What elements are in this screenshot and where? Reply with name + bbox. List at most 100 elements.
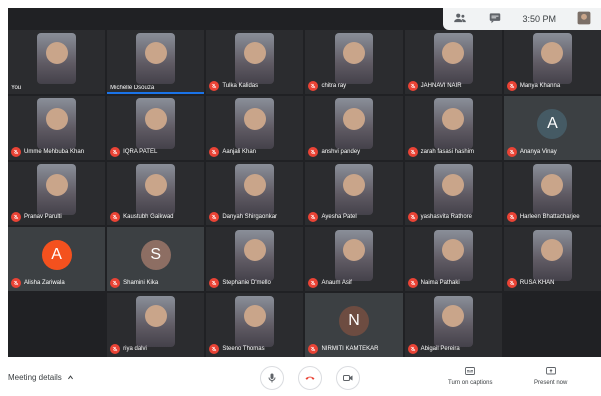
muted-mic-icon <box>11 146 21 157</box>
captions-button[interactable]: Turn on captions <box>448 365 492 386</box>
muted-mic-icon <box>407 80 418 91</box>
participant-name-row: riya dalvi <box>110 343 201 354</box>
participant-tile[interactable]: yashasvita Rathore <box>404 161 502 226</box>
participant-name-row: Naima Pathaki <box>407 278 499 289</box>
participant-tile[interactable]: Abigail Pereira <box>404 293 502 357</box>
participant-name-row: Danyah Shirgaonkar <box>209 212 300 223</box>
participant-tile[interactable]: Ayesha Patel <box>305 161 403 226</box>
participant-name-row: Stephanie D'mello <box>209 278 300 289</box>
muted-mic-icon <box>209 212 220 223</box>
participant-face <box>243 107 266 130</box>
participant-name-row: IQRA PATEL <box>110 146 201 157</box>
participant-tile[interactable]: RUSA KHAN <box>503 227 601 292</box>
end-call-button[interactable] <box>298 366 322 390</box>
muted-mic-icon <box>110 146 121 157</box>
muted-mic-icon <box>209 146 220 157</box>
muted-mic-icon <box>407 212 418 223</box>
meeting-details-toggle[interactable]: Meeting details <box>8 373 74 382</box>
participant-tile[interactable]: Michelle Dsouza <box>107 30 205 94</box>
participant-tile[interactable]: Tulka Kalidas <box>206 30 304 94</box>
participant-tile[interactable]: anshvi pandey <box>305 95 403 160</box>
participant-face <box>45 173 68 196</box>
muted-mic-icon <box>209 343 220 354</box>
participant-tile[interactable]: Pranav Parulti <box>8 161 106 226</box>
participant-name: Naima Pathaki <box>420 280 460 287</box>
participant-name-row: chitra ray <box>308 80 399 91</box>
participant-name: IQRA PATEL <box>123 148 158 155</box>
participant-tile[interactable]: Anaum Asif <box>305 227 403 292</box>
participant-tile[interactable]: A Alisha Zariwala <box>8 227 106 292</box>
participant-name-row: Michelle Dsouza <box>110 85 201 91</box>
participant-tile[interactable]: A Ananya Vinay <box>503 95 601 160</box>
participant-tile[interactable]: Manya Khanna <box>503 30 601 94</box>
muted-mic-icon <box>308 146 319 157</box>
participant-tile[interactable]: Danyah Shirgaonkar <box>206 161 304 226</box>
participant-name-row: Aanjali Khan <box>209 146 300 157</box>
participant-name-row: Ayesha Patel <box>308 212 399 223</box>
participant-tile[interactable]: Steeno Thomas <box>206 293 304 357</box>
participant-name: JAHNAVI NAIR <box>420 82 462 89</box>
participant-tile[interactable]: zarah fasasi hashim <box>404 95 502 160</box>
meeting-details-label: Meeting details <box>8 373 62 382</box>
participant-face <box>243 305 266 328</box>
participant-name: Abigail Pereira <box>420 345 460 352</box>
participant-tile[interactable]: chitra ray <box>305 30 403 94</box>
muted-mic-icon <box>308 278 319 289</box>
participant-name: Harleen Bhattacharjee <box>519 214 580 221</box>
participant-name-row: zarah fasasi hashim <box>407 146 499 157</box>
present-screen-icon <box>545 367 556 375</box>
muted-mic-icon <box>209 80 220 91</box>
closed-captions-icon <box>465 367 476 375</box>
camera-toggle-button[interactable] <box>336 366 360 390</box>
participant-tile[interactable]: N NIRMITI KAMTEKAR <box>305 293 403 357</box>
participant-name: Aanjali Khan <box>222 148 257 155</box>
microphone-icon <box>268 373 276 383</box>
participant-face <box>144 173 167 196</box>
muted-mic-icon <box>11 278 21 289</box>
participant-name: Pranav Parulti <box>24 214 62 221</box>
participant-name-row: Anaum Asif <box>308 278 399 289</box>
participant-tile[interactable]: Stephanie D'mello <box>206 227 304 292</box>
participant-name: Anaum Asif <box>321 280 352 287</box>
muted-mic-icon <box>110 278 121 289</box>
people-icon[interactable] <box>453 11 467 27</box>
participant-tile[interactable]: JAHNAVI NAIR <box>404 30 502 94</box>
participant-tile[interactable]: S Shamini Kika <box>107 227 205 292</box>
empty-tile <box>503 293 601 357</box>
participant-tile[interactable]: IQRA PATEL <box>107 95 205 160</box>
mic-toggle-button[interactable] <box>260 366 284 390</box>
participant-face <box>243 41 266 64</box>
participant-name-row: Abigail Pereira <box>407 343 499 354</box>
participant-face <box>144 305 167 328</box>
participant-name: RUSA KHAN <box>519 280 555 287</box>
hang-up-icon <box>305 376 315 380</box>
chevron-up-icon <box>67 375 73 380</box>
participant-name: yashasvita Rathore <box>420 214 473 221</box>
participant-tile[interactable]: Naima Pathaki <box>404 227 502 292</box>
participant-tile[interactable]: Harleen Bhattacharjee <box>503 161 601 226</box>
participant-name: Danyah Shirgaonkar <box>222 214 278 221</box>
participant-name: Ananya Vinay <box>519 148 557 155</box>
muted-mic-icon <box>407 343 418 354</box>
participant-tile[interactable]: Aanjali Khan <box>206 95 304 160</box>
muted-mic-icon <box>209 278 220 289</box>
participant-tile[interactable]: Umme Mehbuba Khan <box>8 95 106 160</box>
participant-name-row: You <box>11 85 102 91</box>
participant-tile[interactable]: riya dalvi <box>107 293 205 357</box>
participant-name-row: Umme Mehbuba Khan <box>11 146 102 157</box>
participant-avatar: A <box>41 240 72 271</box>
muted-mic-icon <box>506 278 517 289</box>
participant-tile[interactable]: You <box>8 30 106 94</box>
participant-name: Shamini Kika <box>123 280 159 287</box>
participant-face <box>343 41 366 64</box>
participant-tile[interactable]: Kaustubh Gaikwad <box>107 161 205 226</box>
top-toolbar: 3:50 PM <box>443 8 601 30</box>
participant-name: Stephanie D'mello <box>222 280 271 287</box>
participant-name-row: Pranav Parulti <box>11 212 102 223</box>
present-label: Present now <box>534 380 568 386</box>
participant-name-row: Kaustubh Gaikwad <box>110 212 201 223</box>
participant-name: zarah fasasi hashim <box>420 148 475 155</box>
chat-icon[interactable] <box>488 11 502 27</box>
self-avatar[interactable] <box>577 11 591 27</box>
present-now-button[interactable]: Present now <box>534 365 567 386</box>
